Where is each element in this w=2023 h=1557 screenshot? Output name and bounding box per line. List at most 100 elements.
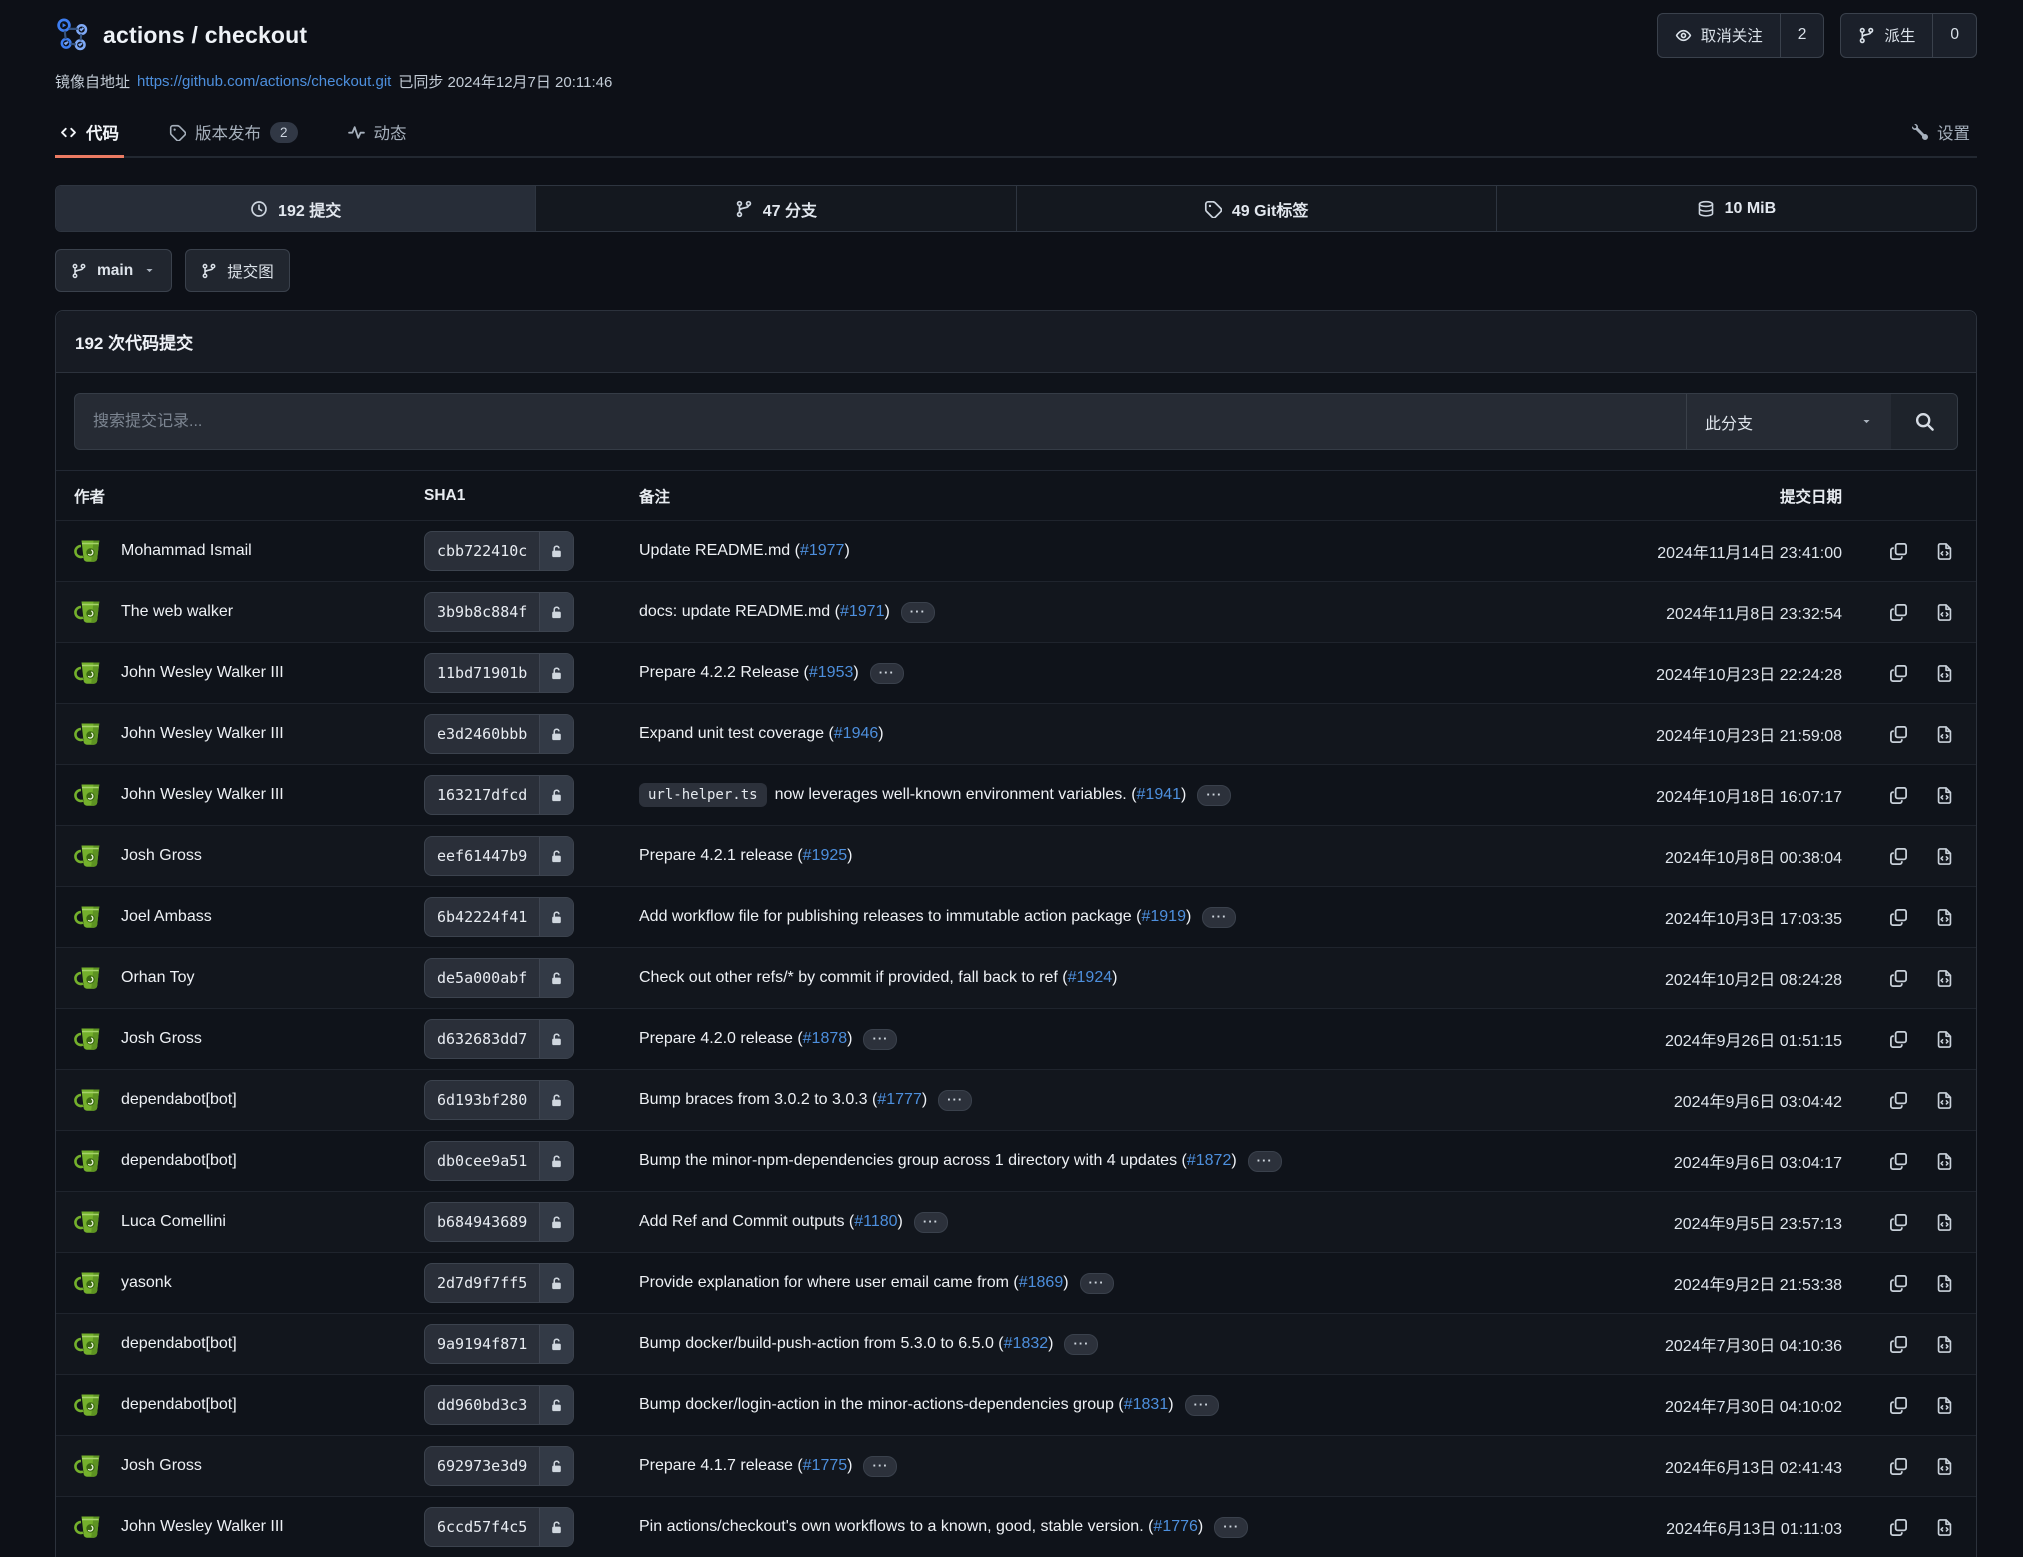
commit-sha-button[interactable]: 692973e3d9: [424, 1446, 574, 1486]
commit-message-link[interactable]: now leverages well-known environment var…: [775, 786, 1137, 804]
copy-sha-button[interactable]: [1889, 542, 1908, 561]
branch-filter-dropdown[interactable]: 此分支: [1686, 394, 1891, 449]
copy-sha-button[interactable]: [1889, 786, 1908, 805]
expand-button[interactable]: ···: [914, 1212, 948, 1233]
browse-source-button[interactable]: [1935, 969, 1954, 988]
author-name[interactable]: Joel Ambass: [121, 908, 212, 926]
browse-source-button[interactable]: [1935, 1091, 1954, 1110]
copy-sha-button[interactable]: [1889, 1152, 1908, 1171]
commit-message-link[interactable]: Bump docker/build-push-action from 5.3.0…: [639, 1335, 1004, 1353]
commit-message-link[interactable]: docs: update README.md (: [639, 603, 840, 621]
copy-sha-button[interactable]: [1889, 1030, 1908, 1049]
expand-button[interactable]: ···: [1248, 1151, 1282, 1172]
browse-source-button[interactable]: [1935, 1335, 1954, 1354]
commit-sha-button[interactable]: 6b42224f41: [424, 897, 574, 937]
commit-message-link[interactable]: Update README.md (: [639, 542, 800, 560]
author-name[interactable]: The web walker: [121, 603, 233, 621]
browse-source-button[interactable]: [1935, 603, 1954, 622]
tab-activity[interactable]: 动态: [343, 108, 412, 156]
commit-sha-button[interactable]: 11bd71901b: [424, 653, 574, 693]
issue-link[interactable]: #1971: [840, 603, 885, 621]
copy-sha-button[interactable]: [1889, 1213, 1908, 1232]
copy-sha-button[interactable]: [1889, 908, 1908, 927]
copy-sha-button[interactable]: [1889, 725, 1908, 744]
commit-sha-button[interactable]: eef61447b9: [424, 836, 574, 876]
issue-link[interactable]: #1977: [800, 542, 845, 560]
author-name[interactable]: John Wesley Walker III: [121, 1518, 284, 1536]
browse-source-button[interactable]: [1935, 1274, 1954, 1293]
expand-button[interactable]: ···: [901, 602, 935, 623]
copy-sha-button[interactable]: [1889, 847, 1908, 866]
commit-message-link[interactable]: Prepare 4.1.7 release (: [639, 1457, 803, 1475]
commit-message-link[interactable]: Bump the minor-npm-dependencies group ac…: [639, 1152, 1187, 1170]
commit-sha-button[interactable]: dd960bd3c3: [424, 1385, 574, 1425]
author-name[interactable]: dependabot[bot]: [121, 1396, 237, 1414]
tab-settings[interactable]: 设置: [1907, 108, 1975, 156]
author-name[interactable]: dependabot[bot]: [121, 1335, 237, 1353]
fork-button[interactable]: 派生 0: [1840, 13, 1977, 58]
commit-message-link[interactable]: Add Ref and Commit outputs (: [639, 1213, 854, 1231]
issue-link[interactable]: #1953: [809, 664, 854, 682]
stats-size[interactable]: 10 MiB: [1496, 186, 1976, 231]
browse-source-button[interactable]: [1935, 786, 1954, 805]
author-name[interactable]: Mohammad Ismail: [121, 542, 252, 560]
tab-releases[interactable]: 版本发布 2: [164, 108, 303, 156]
browse-source-button[interactable]: [1935, 1396, 1954, 1415]
browse-source-button[interactable]: [1935, 664, 1954, 683]
expand-button[interactable]: ···: [870, 663, 904, 684]
author-name[interactable]: Josh Gross: [121, 847, 202, 865]
commit-sha-button[interactable]: 9a9194f871: [424, 1324, 574, 1364]
issue-link[interactable]: #1924: [1068, 969, 1113, 987]
issue-link[interactable]: #1925: [803, 847, 848, 865]
author-name[interactable]: dependabot[bot]: [121, 1152, 237, 1170]
issue-link[interactable]: #1872: [1187, 1152, 1232, 1170]
browse-source-button[interactable]: [1935, 725, 1954, 744]
issue-link[interactable]: #1878: [803, 1030, 848, 1048]
commit-sha-button[interactable]: 6d193bf280: [424, 1080, 574, 1120]
search-commits-input[interactable]: [75, 394, 1686, 449]
issue-link[interactable]: #1776: [1153, 1518, 1198, 1536]
copy-sha-button[interactable]: [1889, 1457, 1908, 1476]
copy-sha-button[interactable]: [1889, 969, 1908, 988]
commit-sha-button[interactable]: b684943689: [424, 1202, 574, 1242]
issue-link[interactable]: #1777: [877, 1091, 922, 1109]
browse-source-button[interactable]: [1935, 1030, 1954, 1049]
stats-tags[interactable]: 49 Git标签: [1016, 186, 1496, 231]
copy-sha-button[interactable]: [1889, 664, 1908, 683]
expand-button[interactable]: ···: [1080, 1273, 1114, 1294]
commit-message-link[interactable]: Expand unit test coverage (: [639, 725, 834, 743]
commit-message-link[interactable]: Prepare 4.2.1 release (: [639, 847, 803, 865]
commit-graph-button[interactable]: 提交图: [185, 249, 290, 292]
tab-code[interactable]: 代码: [55, 108, 124, 156]
author-name[interactable]: John Wesley Walker III: [121, 664, 284, 682]
commit-message-link[interactable]: Prepare 4.2.2 Release (: [639, 664, 809, 682]
commit-sha-button[interactable]: 163217dfcd: [424, 775, 574, 815]
expand-button[interactable]: ···: [1185, 1395, 1219, 1416]
commit-sha-button[interactable]: e3d2460bbb: [424, 714, 574, 754]
commit-message-link[interactable]: Add workflow file for publishing release…: [639, 908, 1141, 926]
commit-message-link[interactable]: Bump braces from 3.0.2 to 3.0.3 (: [639, 1091, 877, 1109]
unwatch-button[interactable]: 取消关注 2: [1657, 13, 1825, 58]
copy-sha-button[interactable]: [1889, 603, 1908, 622]
commit-sha-button[interactable]: 3b9b8c884f: [424, 592, 574, 632]
expand-button[interactable]: ···: [1064, 1334, 1098, 1355]
commit-sha-button[interactable]: 2d7d9f7ff5: [424, 1263, 574, 1303]
browse-source-button[interactable]: [1935, 1457, 1954, 1476]
stats-commits[interactable]: 192 提交: [56, 186, 535, 231]
search-button[interactable]: [1891, 394, 1957, 449]
commit-sha-button[interactable]: d632683dd7: [424, 1019, 574, 1059]
issue-link[interactable]: #1919: [1141, 908, 1186, 926]
stats-branches[interactable]: 47 分支: [535, 186, 1015, 231]
browse-source-button[interactable]: [1935, 1213, 1954, 1232]
expand-button[interactable]: ···: [863, 1029, 897, 1050]
copy-sha-button[interactable]: [1889, 1518, 1908, 1537]
commit-message-link[interactable]: Bump docker/login-action in the minor-ac…: [639, 1396, 1124, 1414]
author-name[interactable]: Josh Gross: [121, 1457, 202, 1475]
commit-message-link[interactable]: Check out other refs/* by commit if prov…: [639, 969, 1068, 987]
commit-message-link[interactable]: Provide explanation for where user email…: [639, 1274, 1019, 1292]
commit-sha-button[interactable]: de5a000abf: [424, 958, 574, 998]
browse-source-button[interactable]: [1935, 1518, 1954, 1537]
copy-sha-button[interactable]: [1889, 1335, 1908, 1354]
commit-sha-button[interactable]: cbb722410c: [424, 531, 574, 571]
copy-sha-button[interactable]: [1889, 1091, 1908, 1110]
